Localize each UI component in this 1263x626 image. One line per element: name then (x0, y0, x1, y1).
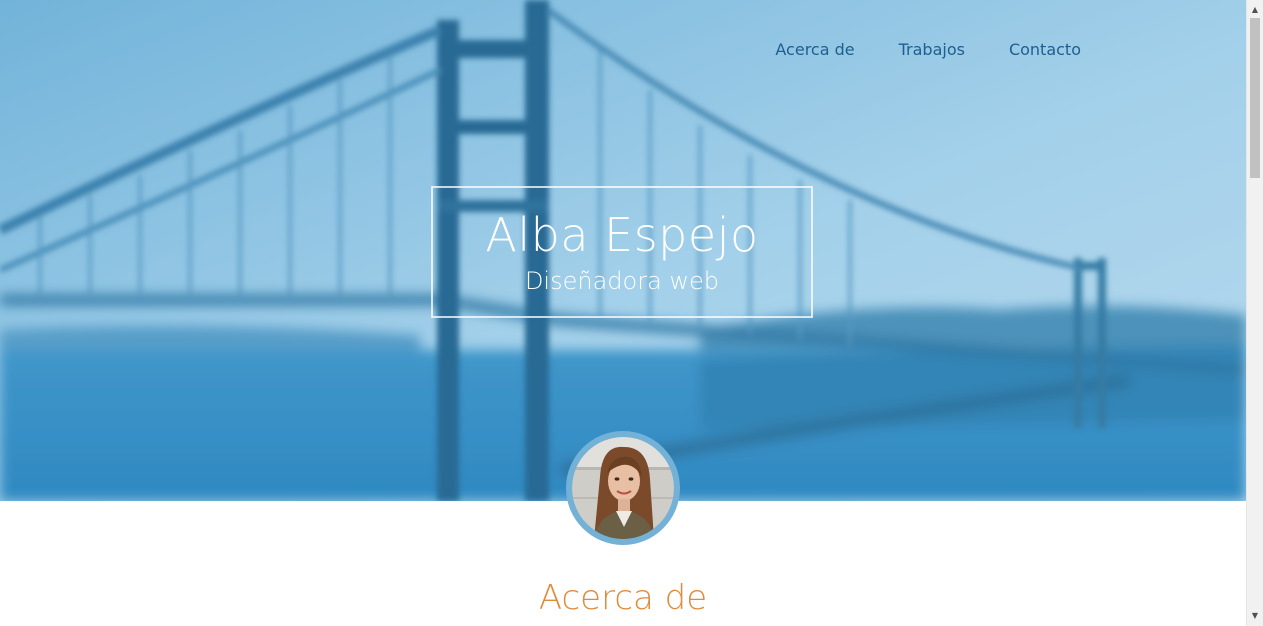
profile-avatar (566, 431, 680, 545)
scroll-down-arrow-icon[interactable]: ▼ (1247, 608, 1263, 624)
profile-photo (572, 437, 674, 539)
hero-title-box: Alba Espejo Diseñadora web (431, 186, 813, 318)
main-nav: Acerca de Trabajos Contacto (753, 38, 1103, 62)
nav-link-contact[interactable]: Contacto (987, 38, 1103, 62)
scrollbar-thumb[interactable] (1250, 18, 1260, 178)
page-viewport: Acerca de Trabajos Contacto Alba Espejo … (0, 0, 1246, 626)
nav-link-about[interactable]: Acerca de (753, 38, 876, 62)
hero-section: Acerca de Trabajos Contacto Alba Espejo … (0, 0, 1246, 501)
hero-role: Diseñadora web (524, 267, 720, 295)
scroll-up-arrow-icon[interactable]: ▲ (1247, 2, 1263, 18)
nav-link-works[interactable]: Trabajos (877, 38, 987, 62)
vertical-scrollbar[interactable]: ▲ ▼ (1246, 0, 1263, 626)
about-section-title: Acerca de (538, 578, 708, 618)
hero-name: Alba Espejo (485, 208, 759, 262)
